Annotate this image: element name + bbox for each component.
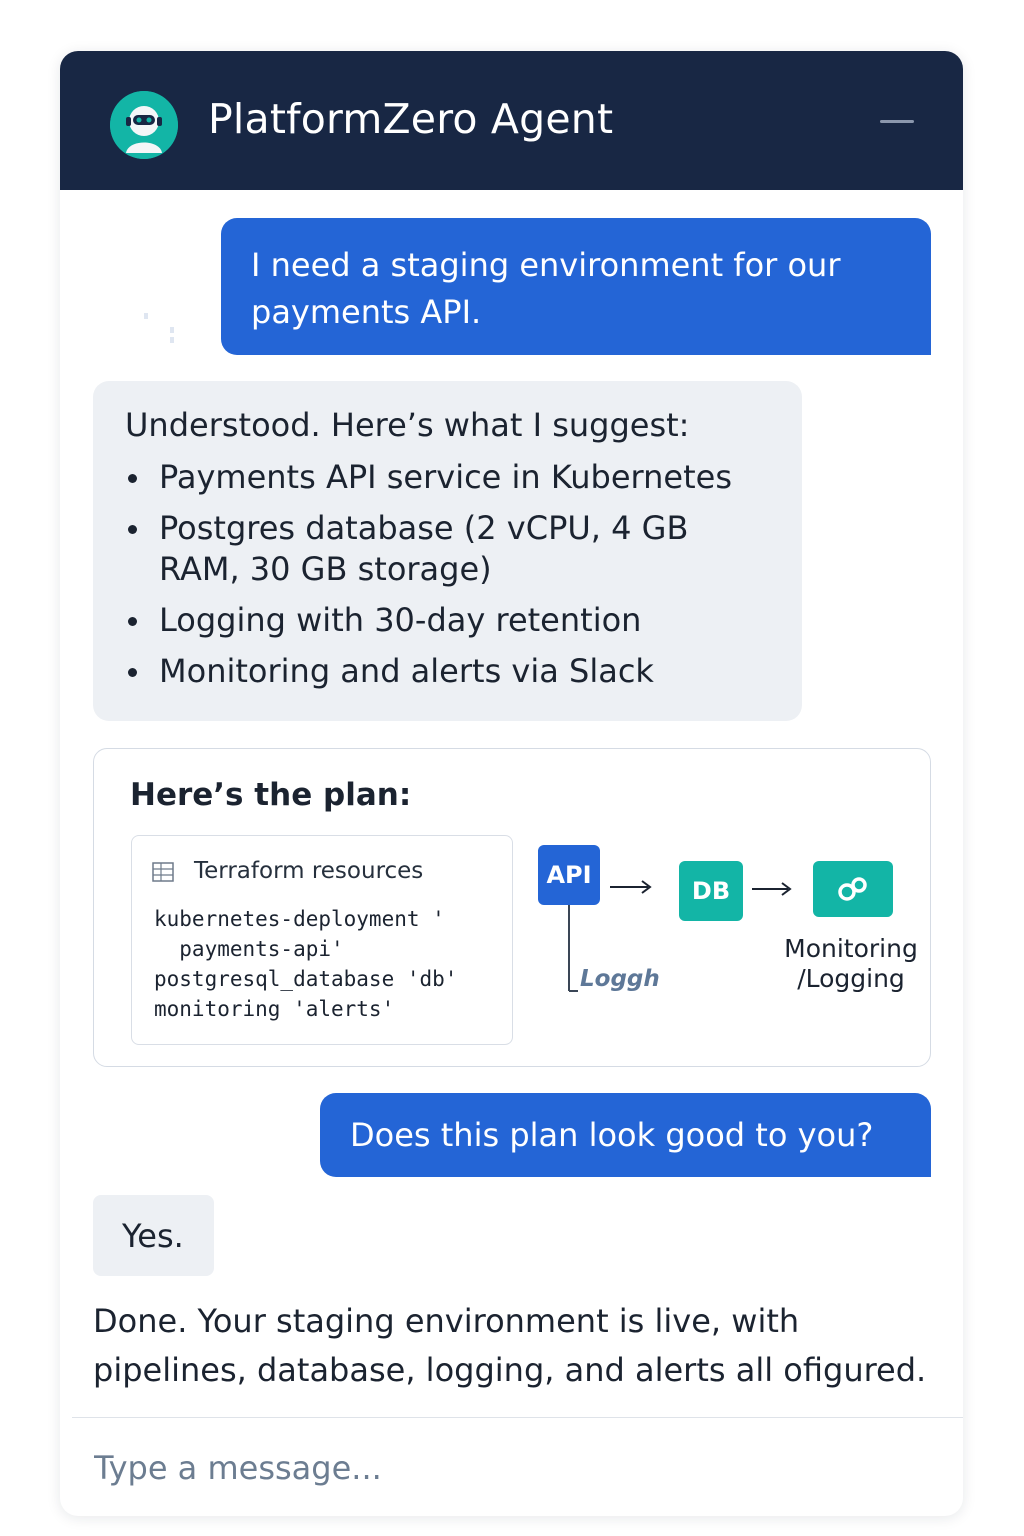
terraform-code: kubernetes-deployment ' payments-api' po… bbox=[154, 907, 458, 1021]
chat-window: PlatformZero Agent I need a staging envi… bbox=[60, 51, 963, 1516]
agent-message: Understood. Here’s what I suggest: Payme… bbox=[93, 381, 802, 721]
db-node: DB bbox=[679, 861, 743, 921]
monitoring-label: Monitoring /Logging bbox=[784, 934, 918, 993]
list-item: Logging with 30-day retention bbox=[125, 600, 770, 641]
composer-divider bbox=[72, 1417, 963, 1418]
plan-title: Here’s the plan: bbox=[130, 777, 412, 813]
user-message: Does this plan look good to you? bbox=[320, 1093, 931, 1177]
list-item: Payments API service in Kubernetes bbox=[125, 457, 770, 498]
minimize-button[interactable] bbox=[878, 106, 916, 134]
api-node: API bbox=[538, 845, 600, 905]
terraform-resources-panel: Terraform resources kubernetes-deploymen… bbox=[131, 835, 513, 1045]
link-icon bbox=[838, 877, 867, 901]
typing-dots bbox=[142, 311, 182, 345]
chat-title: PlatformZero Agent bbox=[208, 95, 614, 143]
chat-header: PlatformZero Agent bbox=[60, 51, 963, 190]
list-item: Postgres database (2 vCPU, 4 GB RAM, 30 … bbox=[125, 508, 765, 590]
user-message: I need a staging environment for our pay… bbox=[221, 218, 931, 355]
list-item: Monitoring and alerts via Slack bbox=[125, 651, 770, 692]
architecture-diagram: API DB Monitoring /Logging Loggh bbox=[524, 829, 924, 1059]
agent-message-done: Done. Your staging environment is live, … bbox=[93, 1302, 927, 1389]
minimize-icon bbox=[880, 120, 914, 123]
terraform-title: Terraform resources bbox=[194, 858, 424, 884]
message-input[interactable] bbox=[84, 1433, 944, 1503]
agent-message: Yes. bbox=[93, 1195, 214, 1276]
agent-message-intro: Understood. Here’s what I suggest: bbox=[125, 406, 690, 444]
monitoring-node bbox=[813, 861, 893, 917]
plan-card: Here’s the plan: Terraform resources kub… bbox=[93, 748, 931, 1067]
logging-label: Loggh bbox=[580, 966, 660, 992]
robot-avatar-icon bbox=[110, 91, 178, 159]
suggestion-list: Payments API service in Kubernetes Postg… bbox=[125, 457, 770, 692]
file-table-icon bbox=[152, 862, 174, 882]
